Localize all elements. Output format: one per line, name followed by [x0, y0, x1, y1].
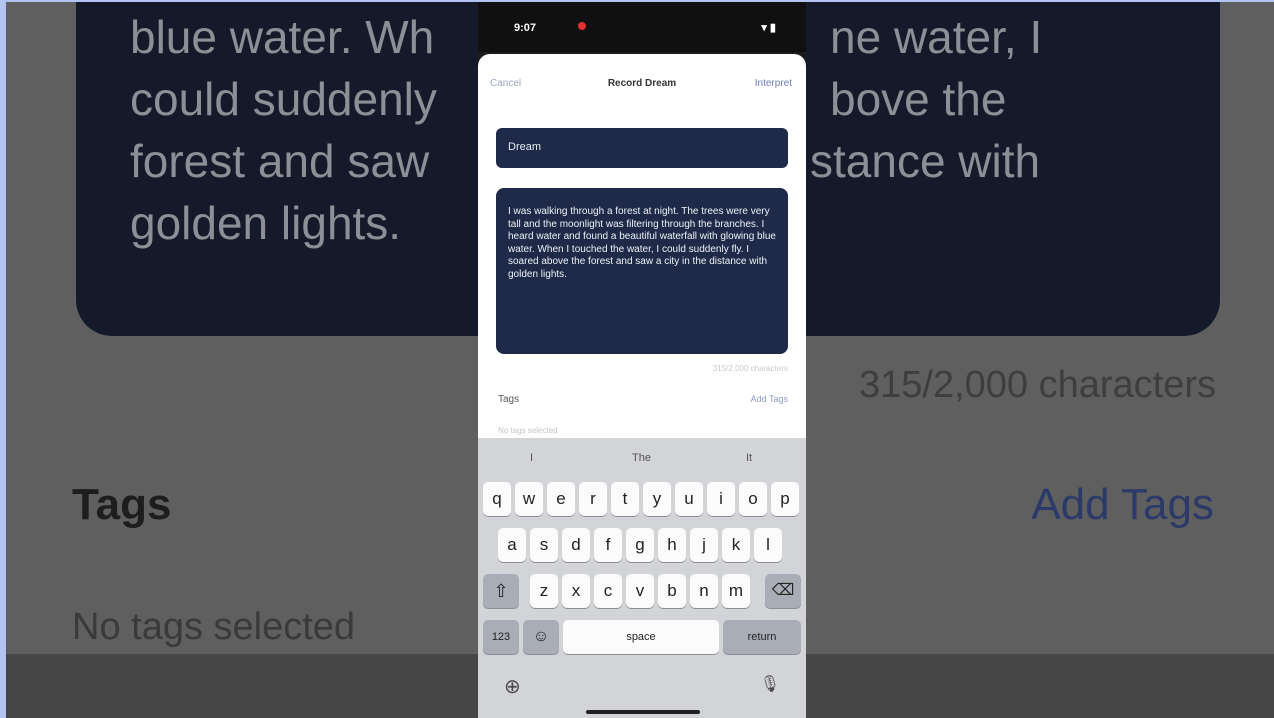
emoji-key-icon[interactable]: ☺ [523, 620, 559, 654]
delete-key-icon[interactable]: ⌫ [765, 574, 801, 608]
key-n[interactable]: n [690, 574, 718, 608]
status-bar: 9:07 ▾ ▮ [478, 2, 806, 52]
microphone-icon[interactable]: 🎙 [760, 674, 780, 694]
suggestion-2[interactable]: The [632, 452, 651, 464]
bg-line-2: could suddenly [130, 73, 437, 125]
key-e[interactable]: e [547, 482, 575, 516]
key-a[interactable]: a [498, 528, 526, 562]
key-s[interactable]: s [530, 528, 558, 562]
key-p[interactable]: p [771, 482, 799, 516]
key-u[interactable]: u [675, 482, 703, 516]
status-time: 9:07 [514, 22, 537, 34]
key-v[interactable]: v [626, 574, 654, 608]
add-tags-button[interactable]: Add Tags [751, 394, 788, 404]
key-k[interactable]: k [722, 528, 750, 562]
key-h[interactable]: h [658, 528, 686, 562]
bg-line-1: blue water. Wh [130, 11, 435, 63]
key-m[interactable]: m [722, 574, 750, 608]
key-i[interactable]: i [707, 482, 735, 516]
dream-description-input[interactable]: I was walking through a forest at night.… [496, 188, 788, 354]
key-y[interactable]: y [643, 482, 671, 516]
bg-line-2-right: bove the [830, 73, 1007, 125]
tags-label: Tags [498, 394, 520, 405]
nav-bar: Cancel Record Dream Interpret [478, 78, 806, 98]
char-counter: 315/2,000 characters [712, 364, 788, 373]
key-x[interactable]: x [562, 574, 590, 608]
background-no-tags: No tags selected [72, 606, 356, 648]
key-c[interactable]: c [594, 574, 622, 608]
background-add-tags: Add Tags [1031, 480, 1214, 529]
no-tags-text: No tags selected [498, 426, 558, 435]
key-z[interactable]: z [530, 574, 558, 608]
bg-line-1-right: ne water, I [830, 11, 1043, 63]
bg-line-4: golden lights. [130, 197, 402, 249]
key-o[interactable]: o [739, 482, 767, 516]
key-r[interactable]: r [579, 482, 607, 516]
key-b[interactable]: b [658, 574, 686, 608]
home-indicator[interactable] [586, 710, 700, 714]
background-tags-label: Tags [72, 480, 172, 529]
key-j[interactable]: j [690, 528, 718, 562]
keyboard: I The It q w e r t y u i o p a s d f g h… [478, 438, 806, 718]
recording-indicator-icon [578, 22, 586, 30]
globe-icon[interactable]: ⊕ [504, 674, 521, 699]
key-d[interactable]: d [562, 528, 590, 562]
key-q[interactable]: q [483, 482, 511, 516]
suggestion-bar: I The It [478, 448, 806, 470]
suggestion-3[interactable]: It [746, 452, 752, 464]
interpret-button[interactable]: Interpret [755, 78, 792, 89]
bg-line-3-right: stance with [810, 135, 1041, 187]
key-w[interactable]: w [515, 482, 543, 516]
numbers-key[interactable]: 123 [483, 620, 519, 654]
key-t[interactable]: t [611, 482, 639, 516]
shift-key-icon[interactable]: ⇧ [483, 574, 519, 608]
background-char-count: 315/2,000 characters [858, 364, 1216, 406]
key-l[interactable]: l [754, 528, 782, 562]
status-icons: ▾ ▮ [761, 22, 776, 34]
return-key[interactable]: return [723, 620, 801, 654]
suggestion-1[interactable]: I [530, 452, 533, 464]
record-dream-sheet: Cancel Record Dream Interpret Dream I wa… [478, 54, 806, 444]
key-g[interactable]: g [626, 528, 654, 562]
bg-line-3: forest and saw [130, 135, 430, 187]
dream-title-input[interactable]: Dream [496, 128, 788, 168]
space-key[interactable]: space [563, 620, 719, 654]
keyboard-bottom-bar: ⊕ 🎙 [478, 674, 806, 704]
phone-screen: 9:07 ▾ ▮ Cancel Record Dream Interpret D… [478, 2, 806, 718]
key-f[interactable]: f [594, 528, 622, 562]
